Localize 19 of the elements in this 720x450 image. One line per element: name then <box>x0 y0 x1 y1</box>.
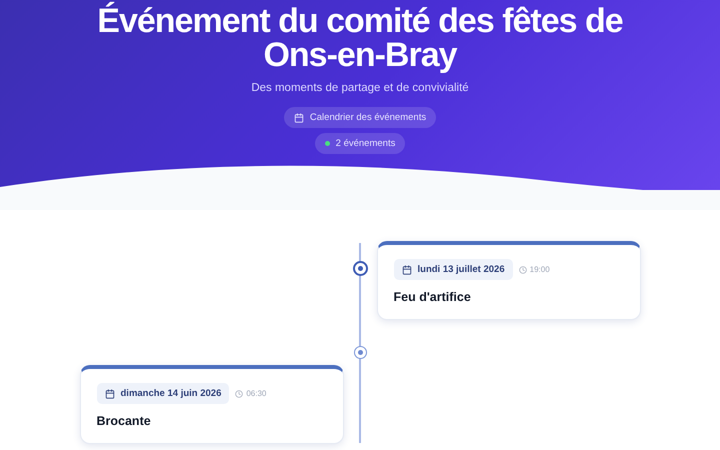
clock-icon <box>235 390 244 398</box>
calendar-icon <box>402 264 412 274</box>
calendar-icon <box>294 112 304 122</box>
clock-icon <box>518 266 527 274</box>
event-card[interactable]: dimanche 14 juin 2026 06:30 Brocante <box>80 365 344 444</box>
subtitle: Des moments de partage et de convivialité <box>251 82 469 94</box>
event-time: 06:30 <box>235 389 266 398</box>
calendar-icon <box>104 388 114 398</box>
event-title: Brocante <box>96 414 152 428</box>
status-dot-icon <box>324 141 330 146</box>
page-title: Ons-en-Bray <box>263 38 457 72</box>
calendar-link[interactable]: Calendrier des événements <box>284 107 436 128</box>
event-card[interactable]: lundi 13 juillet 2026 19:00 Feu d'artifice <box>376 241 640 320</box>
event-title: Feu d'artifice <box>394 290 472 304</box>
event-time: 19:00 <box>518 265 550 274</box>
page-title: Événement du comité des fêtes de <box>97 4 623 38</box>
event-date: dimanche 14 juin 2026 <box>96 383 230 404</box>
event-count-badge[interactable]: 2 événements <box>314 133 406 154</box>
event-date: lundi 13 juillet 2026 <box>394 259 513 280</box>
